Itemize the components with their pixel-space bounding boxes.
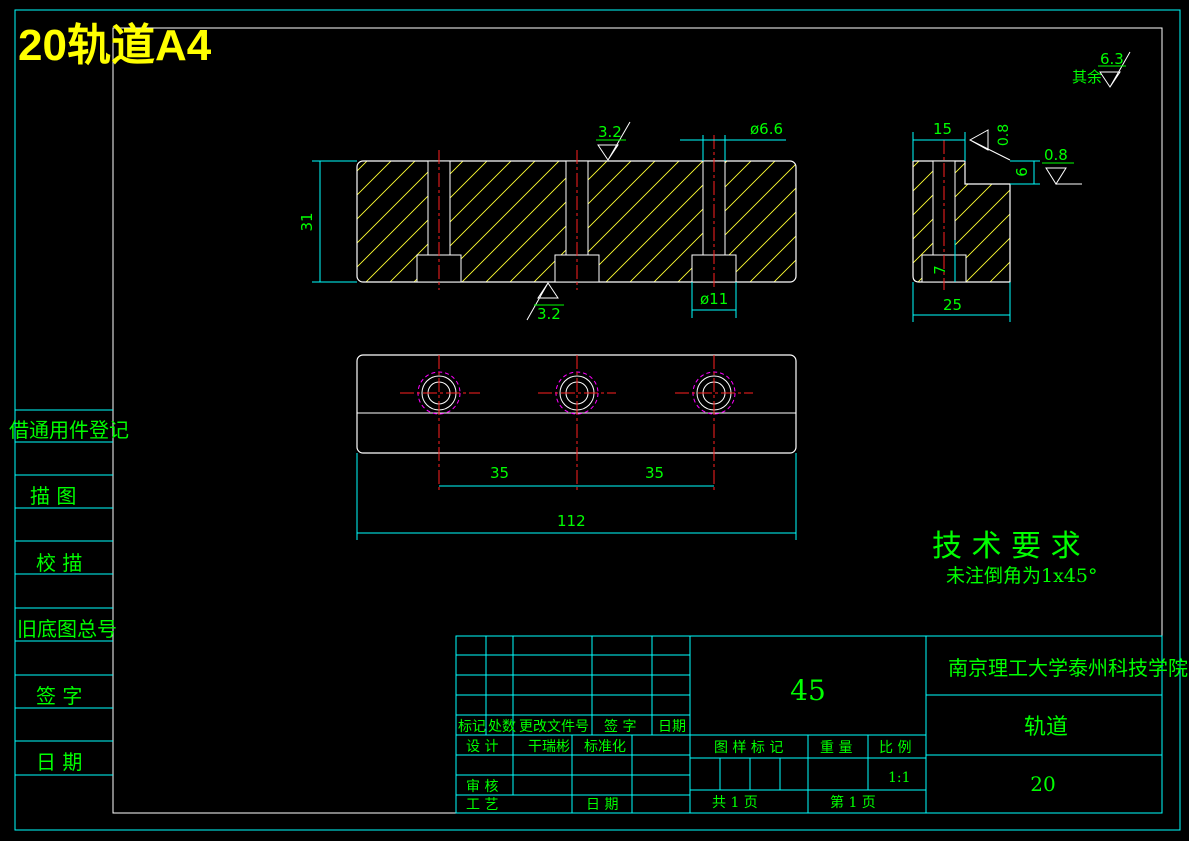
general-roughness-label: 其余 [1072,68,1102,86]
tb-school: 南京理工大学泰州科技学院 [948,656,1188,680]
tb-drawing-no: 20 [1030,772,1055,796]
tb-part-name: 轨道 [1024,715,1068,740]
general-roughness-value: 6.3 [1100,50,1124,68]
dim-side-15: 15 [933,120,952,138]
tech-note: 未注倒角为1x45° [946,565,1097,587]
tb-scale: 1:1 [888,770,911,786]
side-section-view: 15 25 6 7 0.8 0.8 [912,120,1082,322]
front-section-view: 31 3.2 3.2 ø6.6 ø11 [298,120,797,323]
tb-header-mark: 标记 [458,719,486,735]
tb-designer: 干瑞彬 [528,739,570,755]
left-item-3: 旧底图总号 [17,617,117,641]
left-column-table [15,409,113,776]
tb-process-label: 工 艺 [466,797,498,813]
tb-standardize-label: 标准化 [584,739,626,755]
tb-col-pattern: 图 样 标 记 [714,740,783,756]
tb-material: 45 [790,674,826,707]
tb-page-no: 第 1 页 [830,794,876,811]
dim-hole-small: ø6.6 [750,120,783,138]
left-item-2: 校 描 [36,551,82,575]
roughness-side-top: 0.8 [996,124,1012,146]
left-item-1: 描 图 [30,484,76,508]
left-item-0: 借通用件登记 [9,418,129,442]
tb-col-scale: 比 例 [879,740,911,756]
general-roughness: 其余 6.3 [1072,50,1131,88]
left-item-4: 签 字 [36,684,82,708]
tb-header-count: 处数 [488,719,516,735]
tb-review-label: 审 核 [466,779,498,795]
top-view: 35 35 112 [356,354,797,540]
tb-col-weight: 重 量 [820,740,852,756]
tb-date-label: 日 期 [586,797,618,813]
tb-design-label: 设 计 [466,739,498,755]
tech-heading: 技 术 要 求 [932,529,1081,564]
tb-header-sign: 签 字 [604,718,636,735]
dim-side-25: 25 [943,296,962,314]
dim-hole-large: ø11 [700,290,728,308]
roughness-bottom: 3.2 [537,305,561,323]
dim-side-7: 7 [931,265,949,275]
dim-side-6: 6 [1013,167,1031,177]
dim-pitch-b: 35 [645,464,664,482]
roughness-side-right: 0.8 [1044,146,1068,164]
left-item-5: 日 期 [36,750,82,774]
dim-length-112: 112 [557,512,586,530]
roughness-top: 3.2 [598,123,622,141]
drawing-canvas: 20轨道A4 其余 6.3 31 3.2 3.2 ø6.6 ø11 15 25 … [9,9,1188,831]
dim-height-31: 31 [298,212,316,231]
dim-pitch-a: 35 [490,464,509,482]
tb-header-date: 日期 [658,719,686,735]
tb-total-pages: 共 1 页 [712,795,758,811]
drawing-title: 20轨道A4 [18,21,212,70]
tb-header-change-doc: 更改文件号 [519,719,589,735]
